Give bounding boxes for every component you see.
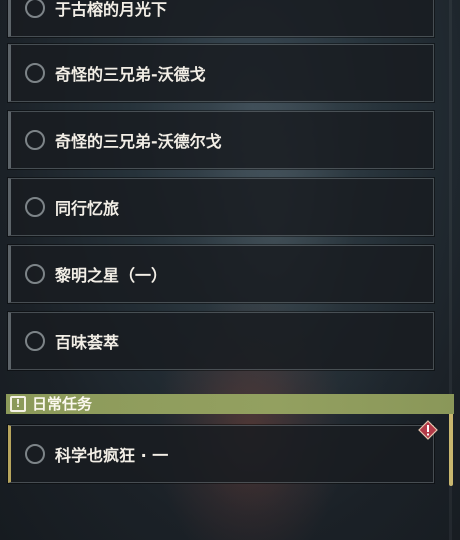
quest-radio[interactable] <box>25 444 45 464</box>
quest-radio[interactable] <box>25 197 45 217</box>
scrollbar-thumb[interactable] <box>449 402 453 486</box>
quest-radio[interactable] <box>25 331 45 351</box>
quest-item[interactable]: 于古榕的月光下 <box>8 0 434 37</box>
quest-label: 同行忆旅 <box>55 199 120 218</box>
exclamation-box-icon: ! <box>10 396 26 412</box>
quest-label: 奇怪的三兄弟-沃德尔戈 <box>55 132 222 151</box>
quest-item[interactable]: 奇怪的三兄弟-沃德尔戈 <box>8 111 434 169</box>
quest-label: 于古榕的月光下 <box>55 0 168 19</box>
alert-diamond-icon <box>418 420 438 440</box>
quest-label: 奇怪的三兄弟-沃德戈 <box>55 65 206 84</box>
quest-item[interactable]: 黎明之星（一） <box>8 245 434 303</box>
quest-item[interactable]: 奇怪的三兄弟-沃德戈 <box>8 44 434 102</box>
daily-quest-category-header[interactable]: ! 日常任务 <box>6 394 454 414</box>
quest-radio[interactable] <box>25 130 45 150</box>
quest-label: 黎明之星（一） <box>55 266 168 285</box>
quest-item[interactable]: 百味荟萃 <box>8 312 434 370</box>
quest-radio[interactable] <box>25 0 45 18</box>
quest-label: 百味荟萃 <box>55 333 120 352</box>
quest-item[interactable]: 同行忆旅 <box>8 178 434 236</box>
quest-radio[interactable] <box>25 63 45 83</box>
quest-label: 科学也疯狂 · 一 <box>55 446 169 465</box>
quest-radio[interactable] <box>25 264 45 284</box>
quest-item-daily[interactable]: 科学也疯狂 · 一 <box>8 425 434 483</box>
category-label: 日常任务 <box>32 395 93 413</box>
